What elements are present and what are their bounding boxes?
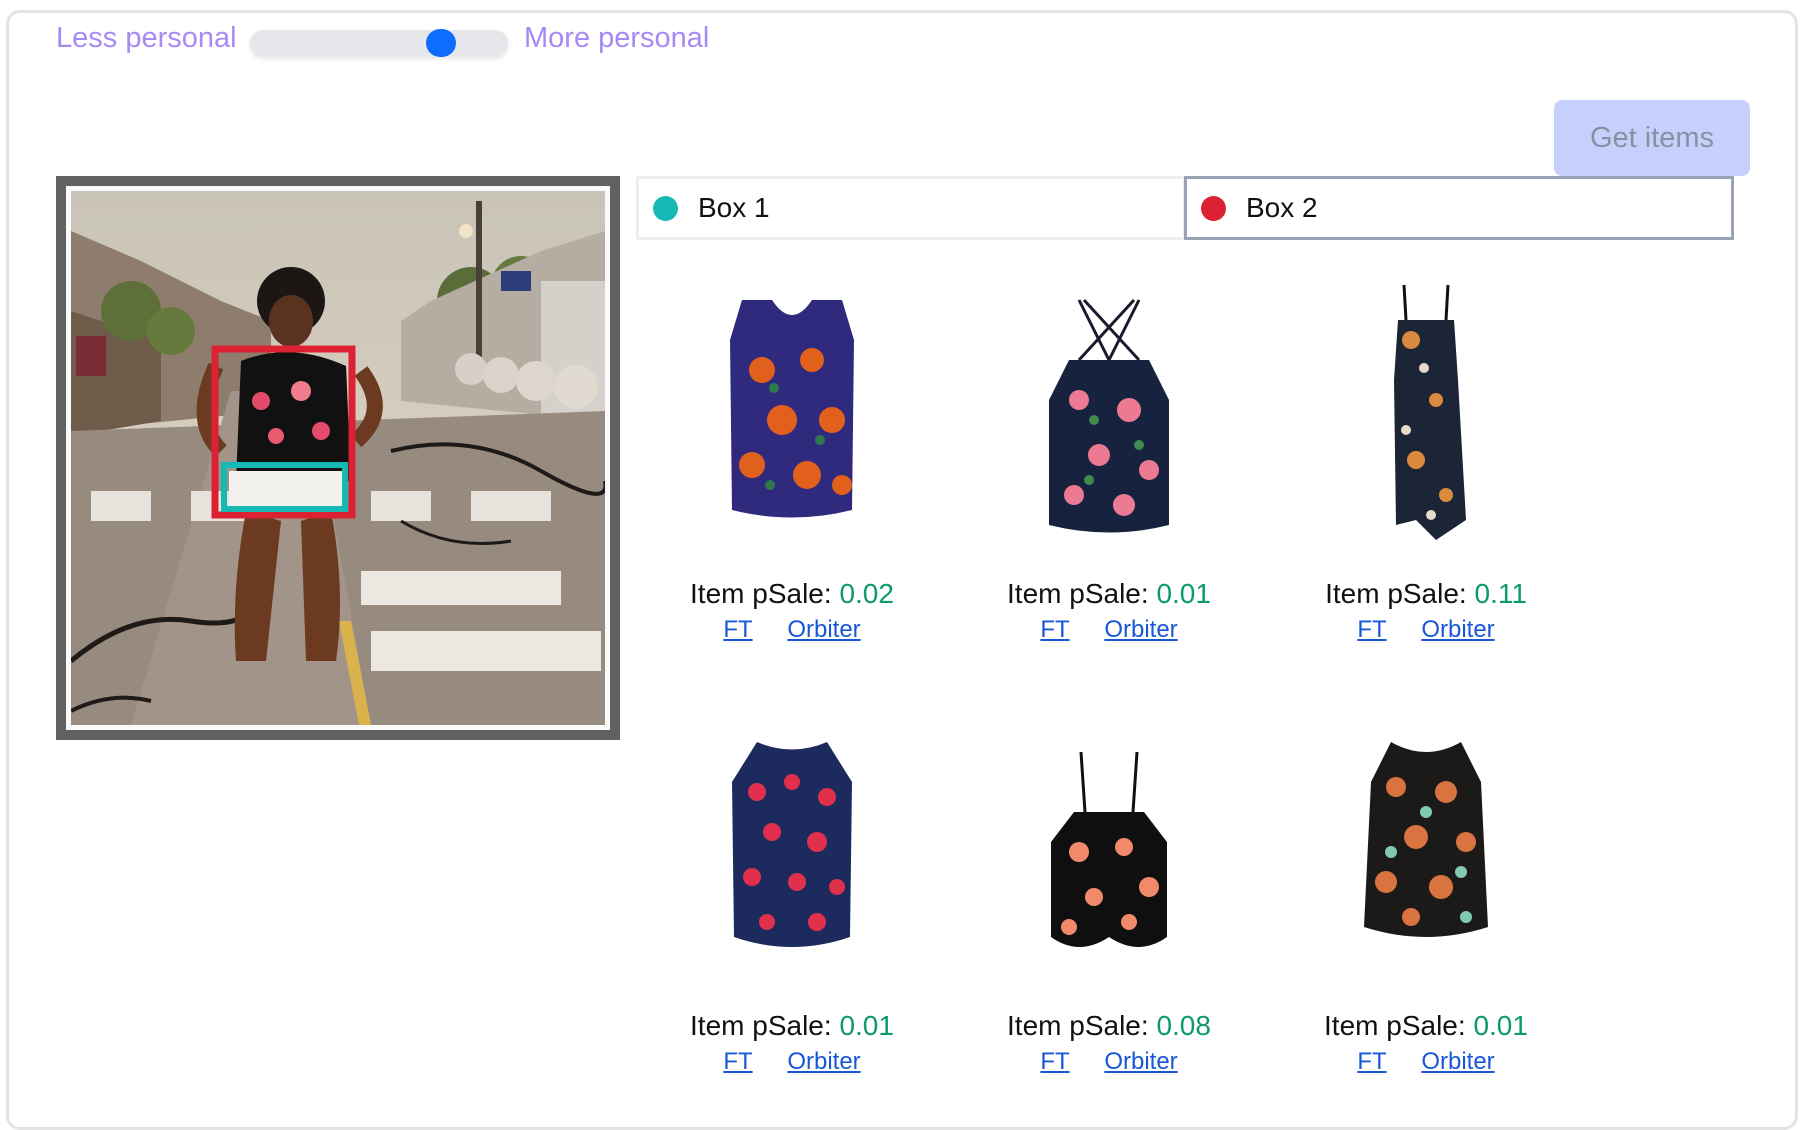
product-card-5: Item pSale: 0.08 FT Orbiter — [959, 712, 1259, 1112]
psale-label: Item pSale: — [690, 578, 832, 609]
box-1-tab[interactable]: Box 1 — [636, 176, 1186, 240]
psale-label: Item pSale: — [1324, 1010, 1466, 1041]
psale-label: Item pSale: — [1007, 578, 1149, 609]
psale-value: 0.01 — [839, 1010, 894, 1041]
product-card-6: Item pSale: 0.01 FT Orbiter — [1276, 712, 1576, 1112]
item-psale: Item pSale: 0.01 — [1276, 1010, 1576, 1042]
product-card-2: Item pSale: 0.01 FT Orbiter — [959, 280, 1259, 680]
get-items-button[interactable]: Get items — [1554, 100, 1750, 176]
ft-link[interactable]: FT — [723, 616, 752, 643]
orbiter-link[interactable]: Orbiter — [1104, 616, 1177, 643]
psale-label: Item pSale: — [1325, 578, 1467, 609]
floral-tank-top-icon[interactable] — [1336, 712, 1516, 982]
orbiter-link[interactable]: Orbiter — [787, 616, 860, 643]
floral-cami-top-icon[interactable] — [1019, 280, 1199, 550]
product-card-3: Item pSale: 0.11 FT Orbiter — [1276, 280, 1576, 680]
item-psale: Item pSale: 0.02 — [642, 578, 942, 610]
orbiter-link[interactable]: Orbiter — [1421, 1048, 1494, 1075]
photo-frame — [56, 176, 620, 740]
psale-value: 0.11 — [1474, 578, 1527, 609]
psale-value: 0.01 — [1156, 578, 1211, 609]
ft-link[interactable]: FT — [1357, 1048, 1386, 1075]
less-personal-label: Less personal — [56, 22, 237, 54]
more-personal-label: More personal — [524, 22, 710, 54]
item-psale: Item pSale: 0.11 — [1276, 578, 1576, 610]
ft-link[interactable]: FT — [1040, 616, 1069, 643]
floral-sleeveless-top-icon[interactable] — [702, 280, 882, 550]
box-2-label: Box 2 — [1246, 192, 1318, 223]
box-1-label: Box 1 — [698, 192, 770, 223]
floral-twist-cami-icon[interactable] — [1019, 712, 1199, 982]
slider-thumb[interactable] — [426, 29, 456, 57]
ft-link[interactable]: FT — [1040, 1048, 1069, 1075]
orbiter-link[interactable]: Orbiter — [1421, 616, 1494, 643]
ft-link[interactable]: FT — [723, 1048, 752, 1075]
psale-label: Item pSale: — [690, 1010, 832, 1041]
psale-label: Item pSale: — [1007, 1010, 1149, 1041]
ft-link[interactable]: FT — [1357, 616, 1386, 643]
box-2-tab[interactable]: Box 2 — [1184, 176, 1734, 240]
orbiter-link[interactable]: Orbiter — [1104, 1048, 1177, 1075]
personalization-slider[interactable] — [250, 29, 508, 57]
psale-value: 0.01 — [1473, 1010, 1528, 1041]
orbiter-link[interactable]: Orbiter — [787, 1048, 860, 1075]
street-photo-image — [71, 191, 605, 725]
item-psale: Item pSale: 0.08 — [959, 1010, 1259, 1042]
item-psale: Item pSale: 0.01 — [642, 1010, 942, 1042]
product-card-1: Item pSale: 0.02 FT Orbiter — [642, 280, 942, 680]
item-psale: Item pSale: 0.01 — [959, 578, 1259, 610]
floral-slip-dress-icon[interactable] — [1336, 280, 1516, 550]
box-1-color-dot — [653, 195, 678, 221]
street-photo[interactable] — [66, 186, 610, 730]
box-2-color-dot — [1201, 195, 1226, 221]
psale-value: 0.02 — [839, 578, 894, 609]
floral-blouse-icon[interactable] — [702, 712, 882, 982]
psale-value: 0.08 — [1156, 1010, 1211, 1041]
product-card-4: Item pSale: 0.01 FT Orbiter — [642, 712, 942, 1112]
